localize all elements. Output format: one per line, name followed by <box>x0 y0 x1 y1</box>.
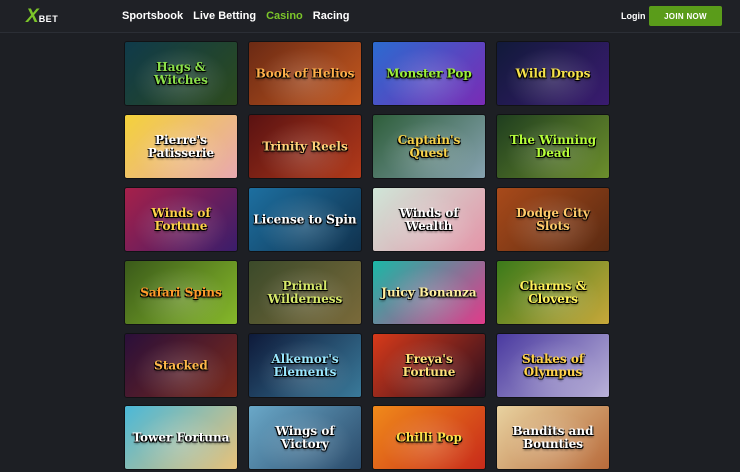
game-title: Wild Drops <box>515 66 591 80</box>
game-tile[interactable]: Wild Drops <box>497 42 609 105</box>
game-tile[interactable]: Captain's Quest <box>373 115 485 178</box>
game-tile[interactable]: Tower Fortuna <box>125 406 237 469</box>
game-title: Alkemor's Elements <box>271 351 339 379</box>
game-tile[interactable]: Stacked <box>125 334 237 397</box>
game-title: License to Spin <box>253 212 357 226</box>
game-tile[interactable]: Trinity Reels <box>249 115 361 178</box>
game-title: Trinity Reels <box>262 139 348 153</box>
game-tile[interactable]: Bandits and Bounties <box>497 406 609 469</box>
game-tile[interactable]: Winds of Fortune <box>125 188 237 251</box>
game-tile[interactable]: Freya's Fortune <box>373 334 485 397</box>
game-tile[interactable]: Primal Wilderness <box>249 261 361 324</box>
game-title: Wings of Victory <box>275 423 335 451</box>
game-title: Stacked <box>154 358 208 372</box>
game-title: Bandits and Bounties <box>512 423 594 451</box>
top-navigation-bar: X BET Sportsbook Live Betting Casino Rac… <box>0 0 740 33</box>
logo-x: X <box>26 6 39 27</box>
nav-casino[interactable]: Casino <box>266 10 303 22</box>
nav-sportsbook[interactable]: Sportsbook <box>122 10 183 22</box>
game-tile[interactable]: Safari Spins <box>125 261 237 324</box>
join-now-button[interactable]: JOIN NOW <box>649 6 722 26</box>
game-title: The Winning Dead <box>509 132 597 160</box>
game-tile[interactable]: Book of Helios <box>249 42 361 105</box>
game-tile[interactable]: Chilli Pop <box>373 406 485 469</box>
game-title: Juicy Bonanza <box>381 285 477 299</box>
game-tile[interactable]: Juicy Bonanza <box>373 261 485 324</box>
game-title: Primal Wilderness <box>267 278 343 306</box>
game-tile[interactable]: License to Spin <box>249 188 361 251</box>
game-tile[interactable]: The Winning Dead <box>497 115 609 178</box>
nav-live-betting[interactable]: Live Betting <box>193 10 256 22</box>
game-title: Monster Pop <box>386 66 472 80</box>
game-tile[interactable]: Hags & Witches <box>125 42 237 105</box>
game-title: Safari Spins <box>140 285 222 299</box>
game-tile[interactable]: Stakes of Olympus <box>497 334 609 397</box>
game-title: Stakes of Olympus <box>521 351 585 379</box>
game-title: Charms & Clovers <box>519 278 587 306</box>
game-title: Book of Helios <box>255 66 355 80</box>
game-title: Hags & Witches <box>154 59 208 87</box>
game-tile[interactable]: Monster Pop <box>373 42 485 105</box>
game-title: Tower Fortuna <box>132 430 230 444</box>
game-tile[interactable]: Alkemor's Elements <box>249 334 361 397</box>
xbet-logo[interactable]: X BET <box>26 6 59 27</box>
game-tile[interactable]: Wings of Victory <box>249 406 361 469</box>
game-title: Freya's Fortune <box>402 351 456 379</box>
logo-bet: BET <box>38 14 59 24</box>
game-tile[interactable]: Dodge City Slots <box>497 188 609 251</box>
nav-racing[interactable]: Racing <box>313 10 350 22</box>
game-tile[interactable]: Winds of Wealth <box>373 188 485 251</box>
game-tile[interactable]: Pierre's Patisserie <box>125 115 237 178</box>
game-title: Chilli Pop <box>396 430 462 444</box>
login-link[interactable]: Login <box>621 11 646 21</box>
game-title: Dodge City Slots <box>516 205 590 233</box>
game-title: Pierre's Patisserie <box>147 132 215 160</box>
game-tile[interactable]: Charms & Clovers <box>497 261 609 324</box>
game-title: Captain's Quest <box>397 132 461 160</box>
main-nav: Sportsbook Live Betting Casino Racing <box>122 10 349 22</box>
game-title: Winds of Fortune <box>151 205 211 233</box>
game-title: Winds of Wealth <box>399 205 459 233</box>
